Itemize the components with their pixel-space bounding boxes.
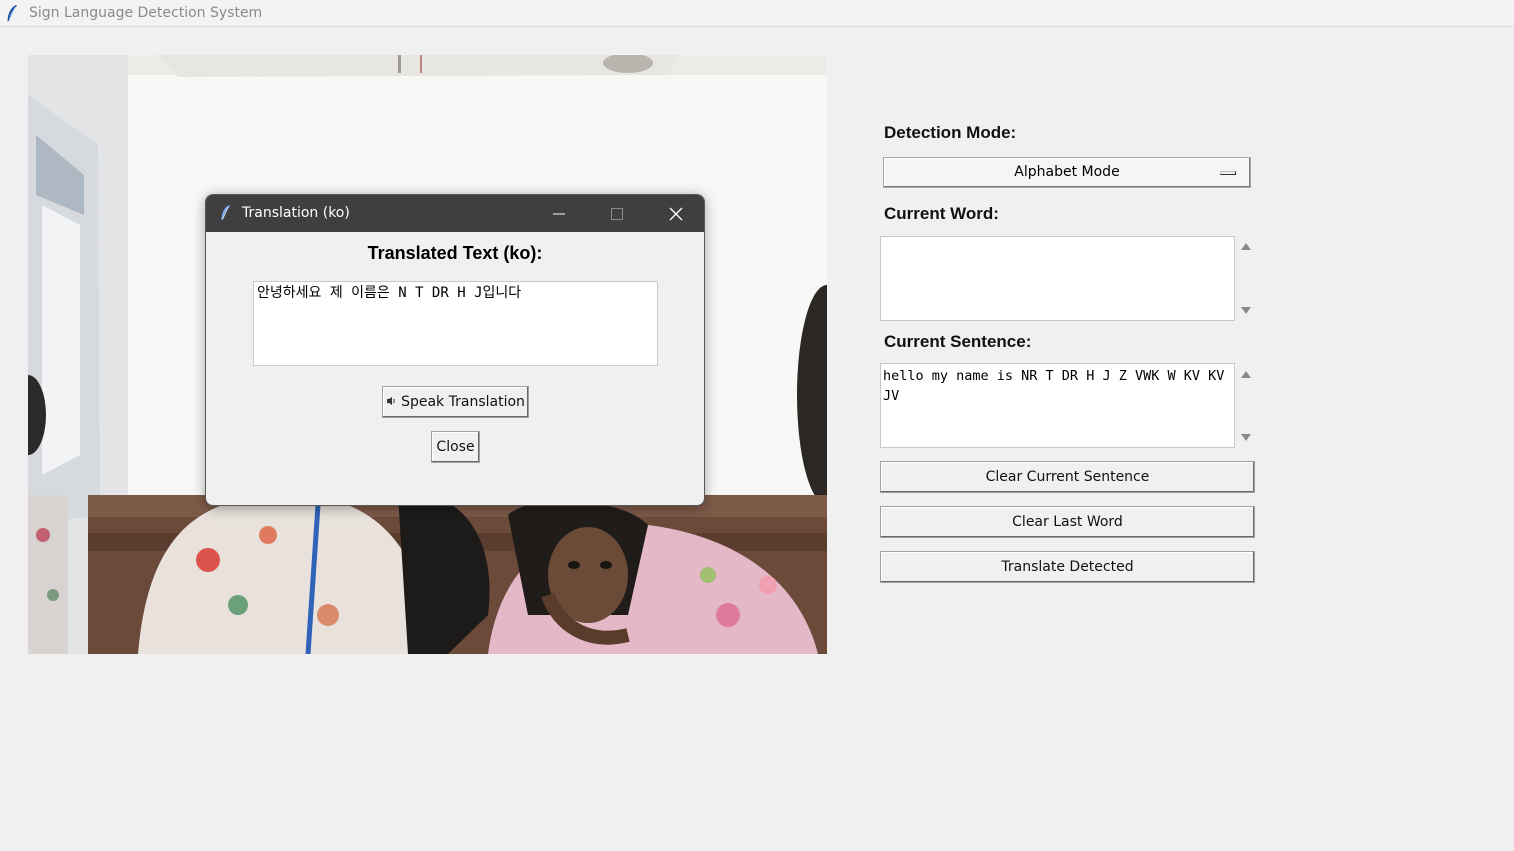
- close-button[interactable]: Close: [431, 431, 480, 463]
- translated-textbox[interactable]: 안녕하세요 제 이름은 N T DR H J입니다: [253, 281, 658, 366]
- current-word-textbox[interactable]: [880, 236, 1235, 321]
- speak-translation-button[interactable]: Speak Translation: [382, 386, 529, 418]
- current-sentence-label: Current Sentence:: [884, 332, 1032, 351]
- minimize-icon: [553, 213, 565, 215]
- dialog-titlebar[interactable]: Translation (ko): [206, 195, 704, 232]
- detection-mode-dropdown[interactable]: Alphabet Mode: [883, 157, 1251, 188]
- scroll-up-arrow-icon[interactable]: [1241, 243, 1251, 250]
- speak-translation-label: Speak Translation: [401, 394, 525, 410]
- scroll-up-arrow-icon[interactable]: [1241, 371, 1251, 378]
- scroll-down-arrow-icon[interactable]: [1241, 307, 1251, 314]
- scroll-down-arrow-icon[interactable]: [1241, 434, 1251, 441]
- current-sentence-textbox[interactable]: hello my name is NR T DR H J Z VWK W KV …: [880, 363, 1235, 448]
- detection-mode-label: Detection Mode:: [884, 123, 1017, 142]
- feather-icon: [6, 4, 18, 26]
- dropdown-indicator-icon: [1220, 171, 1236, 175]
- clear-current-sentence-button[interactable]: Clear Current Sentence: [880, 461, 1255, 493]
- speaker-icon: [386, 387, 397, 417]
- detection-mode-value: Alphabet Mode: [1014, 164, 1120, 180]
- dialog-title: Translation (ko): [242, 205, 350, 221]
- translate-detected-button[interactable]: Translate Detected: [880, 551, 1255, 583]
- close-window-button[interactable]: [647, 195, 704, 232]
- window-title: Sign Language Detection System: [29, 5, 263, 21]
- close-icon: [669, 207, 683, 221]
- maximize-icon: [611, 208, 623, 220]
- minimize-button[interactable]: [530, 195, 588, 232]
- maximize-button: [588, 195, 646, 232]
- translated-text-heading: Translated Text (ko):: [367, 243, 543, 263]
- window-titlebar: Sign Language Detection System: [0, 0, 1514, 27]
- clear-last-word-button[interactable]: Clear Last Word: [880, 506, 1255, 538]
- feather-icon: [220, 204, 231, 225]
- translation-dialog: Translation (ko) Translated Text (ko): 안…: [205, 194, 705, 506]
- current-word-label: Current Word:: [884, 204, 999, 223]
